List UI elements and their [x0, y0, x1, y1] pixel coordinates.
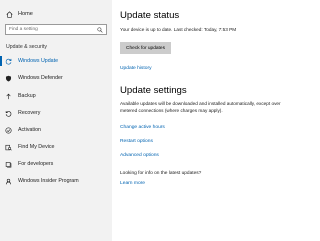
- change-active-hours-link[interactable]: Change active hours: [120, 125, 165, 130]
- refresh-icon: [5, 58, 12, 64]
- search-icon[interactable]: [97, 26, 103, 33]
- search-box[interactable]: Find a setting: [5, 24, 107, 35]
- sidebar-item-find-my-device[interactable]: Find My Device: [0, 141, 112, 153]
- sidebar-item-label: Activation: [18, 127, 41, 133]
- sidebar-item-for-developers[interactable]: For developers: [0, 158, 112, 170]
- restart-options-link[interactable]: Restart options: [120, 139, 153, 144]
- status-text: Your device is up to date. Last checked:…: [120, 27, 237, 32]
- check-circle-icon: [5, 126, 12, 134]
- sidebar-item-label: Find My Device: [18, 144, 55, 150]
- sidebar-item-windows-update[interactable]: Windows Update: [0, 55, 112, 67]
- sidebar-item-backup[interactable]: Backup: [0, 90, 112, 102]
- check-for-updates-button[interactable]: Check for updates: [120, 42, 171, 54]
- update-settings-title: Update settings: [120, 85, 187, 96]
- developer-tools-icon: [5, 161, 12, 167]
- update-history-link[interactable]: Update history: [120, 66, 152, 71]
- backup-arrow-icon: [6, 93, 11, 99]
- sidebar-item-activation[interactable]: Activation: [0, 124, 112, 136]
- sidebar-item-windows-insider[interactable]: Windows Insider Program: [0, 175, 112, 187]
- sidebar-item-recovery[interactable]: Recovery: [0, 107, 112, 119]
- update-status-title: Update status: [120, 10, 180, 21]
- home-label: Home: [18, 11, 33, 17]
- sidebar-item-label: Recovery: [18, 110, 41, 116]
- shield-icon: [5, 75, 12, 81]
- search-input[interactable]: Find a setting: [6, 27, 97, 32]
- sidebar-item-label: Windows Insider Program: [18, 178, 79, 184]
- sidebar-item-label: For developers: [18, 161, 54, 167]
- learn-more-link[interactable]: Learn more: [120, 181, 145, 186]
- recovery-icon: [5, 110, 12, 117]
- latest-updates-question: Looking for info on the latest updates?: [120, 171, 202, 176]
- settings-description: Available updates will be downloaded and…: [120, 101, 281, 113]
- home-link[interactable]: Home: [6, 9, 33, 19]
- sidebar-item-windows-defender[interactable]: Windows Defender: [0, 72, 112, 84]
- sidebar: Home Find a setting Update & security Wi…: [0, 0, 112, 241]
- sidebar-item-label: Windows Defender: [18, 75, 63, 81]
- section-label: Update & security: [6, 44, 47, 50]
- main-content: Update status Your device is up to date.…: [120, 0, 295, 241]
- sidebar-item-label: Backup: [18, 93, 36, 99]
- advanced-options-link[interactable]: Advanced options: [120, 153, 159, 158]
- home-icon: [6, 10, 13, 18]
- sidebar-item-label: Windows Update: [18, 58, 59, 64]
- find-device-icon: [5, 144, 12, 150]
- insider-icon: [5, 178, 12, 184]
